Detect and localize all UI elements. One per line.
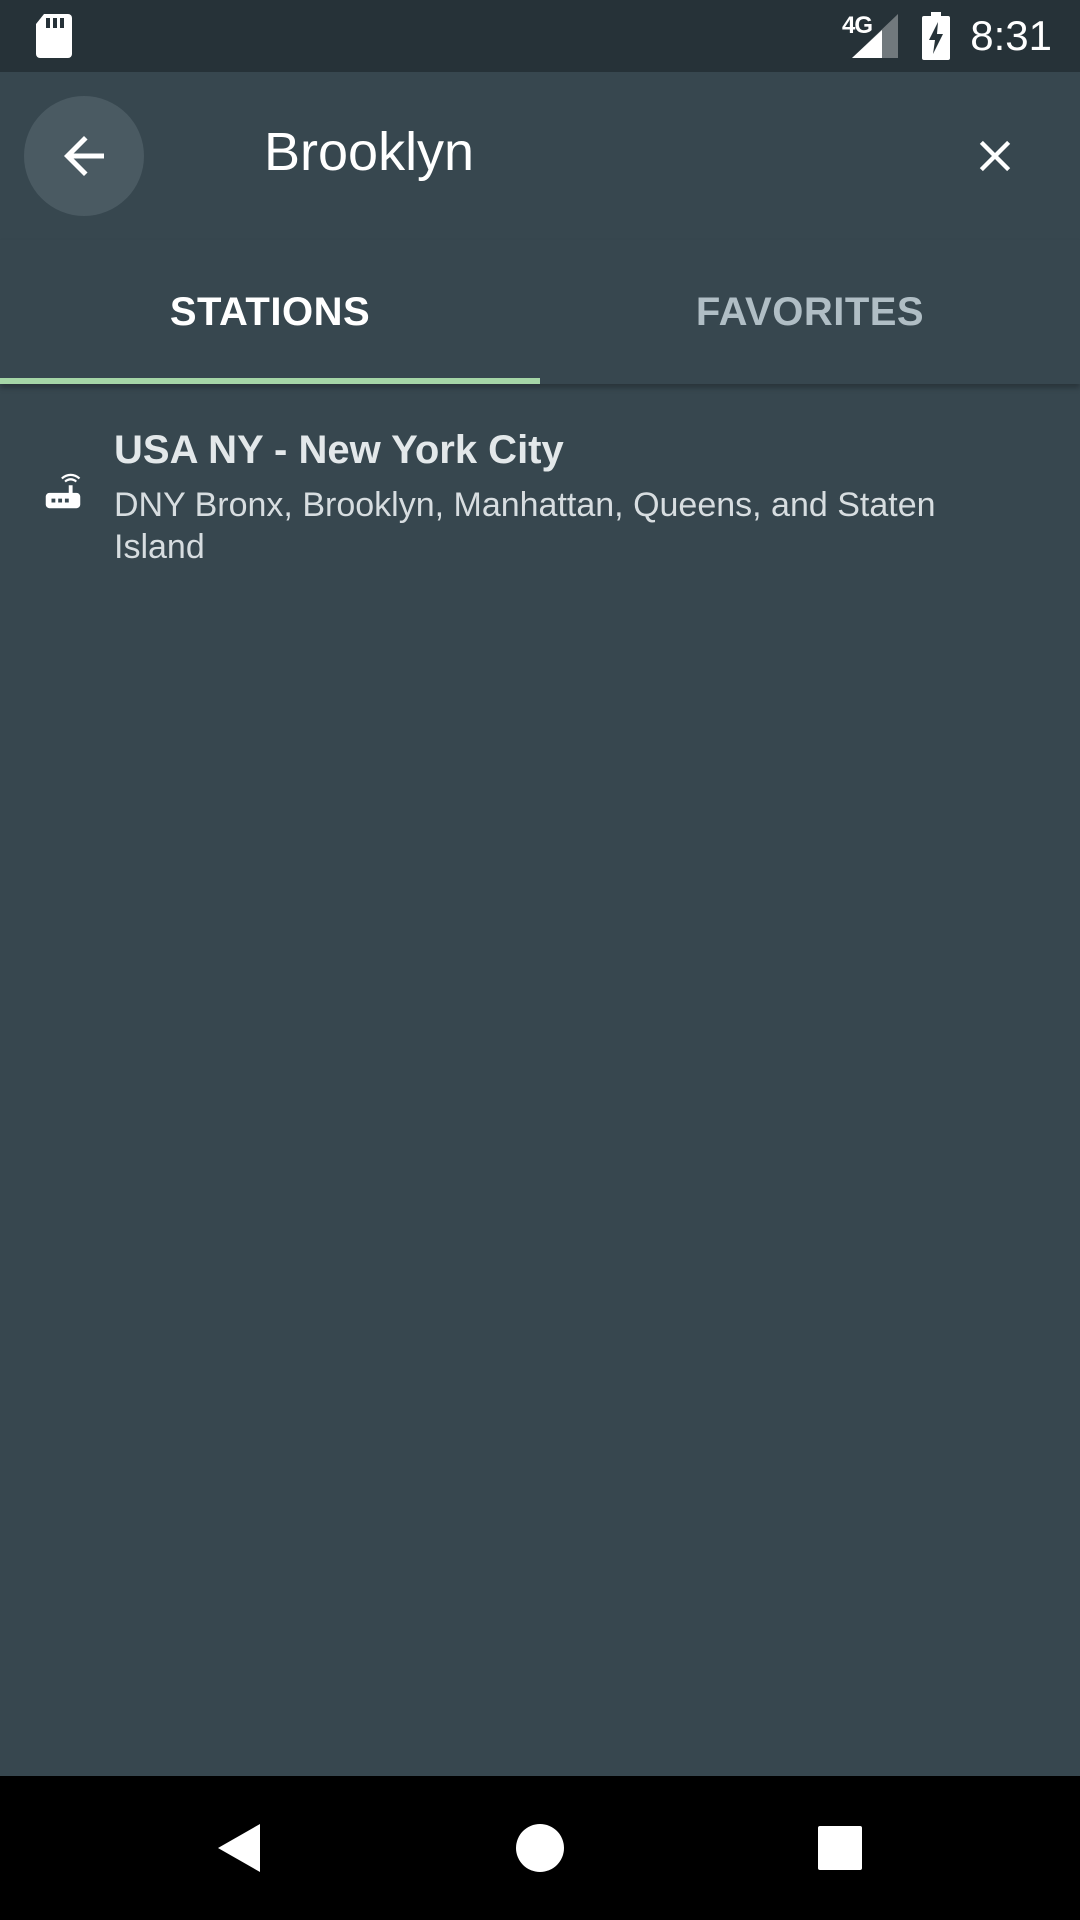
- tab-favorites-label: FAVORITES: [695, 289, 925, 334]
- tab-bar: STATIONS FAVORITES: [0, 240, 1080, 384]
- tab-stations-label: STATIONS: [169, 289, 371, 334]
- sd-card-icon: [36, 14, 72, 58]
- router-station-icon: [45, 473, 81, 509]
- close-icon: [979, 140, 1011, 172]
- clear-search-button[interactable]: [955, 116, 1035, 196]
- nav-recents-button[interactable]: [804, 1812, 876, 1884]
- arrow-back-icon: [64, 136, 104, 176]
- nav-back-icon: [218, 1824, 260, 1872]
- station-title: USA NY - New York City: [114, 428, 564, 472]
- search-toolbar: [0, 72, 1080, 240]
- tab-favorites[interactable]: FAVORITES: [540, 240, 1080, 384]
- tab-indicator: [0, 378, 540, 384]
- nav-home-button[interactable]: [504, 1812, 576, 1884]
- results-list: USA NY - New York City DNY Bronx, Brookl…: [0, 384, 1080, 1776]
- cell-signal-icon: [852, 14, 898, 58]
- list-item[interactable]: USA NY - New York City DNY Bronx, Brookl…: [0, 384, 1080, 574]
- tab-stations[interactable]: STATIONS: [0, 240, 540, 384]
- navigation-bar: [0, 1776, 1080, 1920]
- nav-home-icon: [516, 1824, 564, 1872]
- nav-recents-icon: [818, 1826, 862, 1870]
- battery-charging-icon: [922, 12, 950, 60]
- back-button[interactable]: [24, 96, 144, 216]
- search-input[interactable]: [264, 112, 904, 192]
- clock: 8:31: [970, 12, 1052, 59]
- station-subtitle: DNY Bronx, Brooklyn, Manhattan, Queens, …: [114, 486, 936, 566]
- nav-back-button[interactable]: [204, 1812, 276, 1884]
- status-bar: 4G 8:31: [0, 0, 1080, 72]
